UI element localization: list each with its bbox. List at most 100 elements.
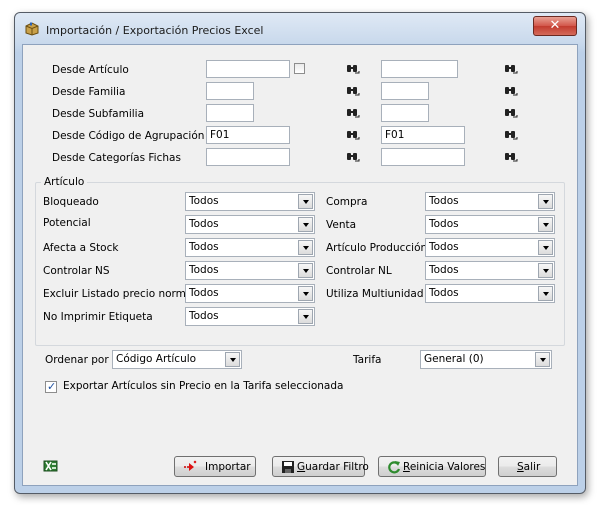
tarifa-label: Tarifa	[353, 354, 382, 366]
binoculars-icon[interactable]	[346, 108, 360, 119]
tarifa-select[interactable]: General (0)	[420, 350, 552, 369]
excluir-listado-select[interactable]: Todos	[185, 284, 315, 303]
desde-categorias-fichas-from-input[interactable]	[206, 148, 290, 166]
reinicia-valores-label: Reinicia Valores	[403, 461, 485, 473]
salir-label: Salir	[517, 461, 540, 473]
binoculars-icon[interactable]	[504, 108, 518, 119]
venta-value: Todos	[429, 218, 459, 230]
binoculars-icon[interactable]	[504, 152, 518, 163]
window-title: Importación / Exportación Precios Excel	[46, 24, 264, 37]
desde-codigo-agrupacion-from-input[interactable]: F01	[206, 126, 290, 144]
reinicia-rest: einicia Valores	[409, 461, 486, 473]
ordenar-por-select[interactable]: Código Artículo	[112, 350, 242, 369]
afecta-stock-select[interactable]: Todos	[185, 238, 315, 257]
chevron-down-icon[interactable]	[298, 286, 313, 301]
salir-accelerator: S	[517, 461, 524, 473]
hasta-articulo-input[interactable]	[381, 60, 458, 78]
chevron-down-icon[interactable]	[538, 217, 553, 232]
venta-select[interactable]: Todos	[425, 215, 555, 234]
controlar-nl-value: Todos	[429, 264, 459, 276]
controlar-ns-label: Controlar NS	[43, 265, 110, 277]
chevron-down-icon[interactable]	[298, 309, 313, 324]
articulo-produccion-select[interactable]: Todos	[425, 238, 555, 257]
guardar-accelerator: G	[297, 461, 306, 473]
excel-icon[interactable]	[43, 459, 59, 473]
afecta-stock-label: Afecta a Stock	[43, 242, 119, 254]
salir-button[interactable]: Salir	[498, 456, 557, 477]
chevron-down-icon[interactable]	[298, 194, 313, 209]
desde-subfamilia-from-input[interactable]	[206, 104, 254, 122]
excluir-listado-label: Excluir Listado precio normal	[43, 288, 196, 300]
guardar-filtro-button[interactable]: Guardar Filtro	[272, 456, 369, 477]
no-imprimir-etiqueta-select[interactable]: Todos	[185, 307, 315, 326]
articulo-produccion-label: Artículo Producción	[326, 242, 428, 254]
desde-codigo-agrupacion-label: Desde Código de Agrupación	[52, 130, 205, 142]
close-button[interactable]: ✕	[533, 16, 577, 36]
no-imprimir-etiqueta-value: Todos	[189, 310, 219, 322]
exportar-sin-precio-checkbox[interactable]: ✓	[45, 380, 57, 393]
dialog-window: Importación / Exportación Precios Excel …	[14, 12, 586, 494]
salir-rest: alir	[523, 461, 541, 473]
reinicia-valores-button[interactable]: Reinicia Valores	[378, 456, 486, 477]
binoculars-icon[interactable]	[346, 152, 360, 163]
controlar-nl-select[interactable]: Todos	[425, 261, 555, 280]
guardar-rest: uardar Filtro	[305, 461, 369, 473]
no-imprimir-etiqueta-label: No Imprimir Etiqueta	[43, 311, 153, 323]
utiliza-multiunidad-value: Todos	[429, 287, 459, 299]
hasta-subfamilia-input[interactable]	[381, 104, 429, 122]
desde-familia-label: Desde Familia	[52, 86, 126, 98]
potencial-select[interactable]: Todos	[185, 215, 315, 234]
compra-label: Compra	[326, 196, 368, 208]
chevron-down-icon[interactable]	[538, 263, 553, 278]
binoculars-icon[interactable]	[346, 130, 360, 141]
utiliza-multiunidad-label: Utiliza Multiunidad	[326, 288, 424, 300]
dialog-body: Desde Artículo Desde Familia Desde Subfa…	[22, 44, 578, 486]
ordenar-por-value: Código Artículo	[116, 353, 197, 365]
chevron-down-icon[interactable]	[538, 194, 553, 209]
compra-value: Todos	[429, 195, 459, 207]
chevron-down-icon[interactable]	[298, 263, 313, 278]
desde-articulo-from-input[interactable]	[206, 60, 290, 78]
compra-select[interactable]: Todos	[425, 192, 555, 211]
chevron-down-icon[interactable]	[538, 240, 553, 255]
binoculars-icon[interactable]	[504, 86, 518, 97]
guardar-filtro-label: Guardar Filtro	[297, 461, 369, 473]
chevron-down-icon[interactable]	[538, 286, 553, 301]
hasta-familia-input[interactable]	[381, 82, 429, 100]
reinicia-accelerator: R	[403, 461, 410, 473]
refresh-icon	[388, 461, 401, 474]
bloqueado-select[interactable]: Todos	[185, 192, 315, 211]
controlar-ns-select[interactable]: Todos	[185, 261, 315, 280]
binoculars-icon[interactable]	[346, 86, 360, 97]
articulo-group-title: Artículo	[41, 176, 88, 188]
importar-button[interactable]: Importar	[174, 456, 256, 477]
utiliza-multiunidad-select[interactable]: Todos	[425, 284, 555, 303]
desde-subfamilia-label: Desde Subfamilia	[52, 108, 145, 120]
ordenar-por-label: Ordenar por	[45, 354, 109, 366]
floppy-disk-icon	[282, 461, 294, 473]
potencial-value: Todos	[189, 218, 219, 230]
exportar-sin-precio-label: Exportar Artículos sin Precio en la Tari…	[63, 380, 344, 392]
binoculars-icon[interactable]	[504, 64, 518, 75]
importar-label: Importar	[205, 461, 251, 473]
checkmark-icon: ✓	[47, 380, 57, 393]
chevron-down-icon[interactable]	[225, 352, 240, 367]
binoculars-icon[interactable]	[504, 130, 518, 141]
hasta-categorias-fichas-input[interactable]	[381, 148, 465, 166]
binoculars-icon[interactable]	[346, 64, 360, 75]
desde-articulo-label: Desde Artículo	[52, 64, 129, 76]
excluir-listado-value: Todos	[189, 287, 219, 299]
desde-articulo-checkbox[interactable]	[294, 63, 305, 74]
bloqueado-value: Todos	[189, 195, 219, 207]
title-bar[interactable]: Importación / Exportación Precios Excel …	[15, 13, 585, 45]
hasta-codigo-agrupacion-input[interactable]: F01	[381, 126, 465, 144]
chevron-down-icon[interactable]	[298, 240, 313, 255]
import-arrow-icon	[184, 460, 197, 471]
desde-familia-from-input[interactable]	[206, 82, 254, 100]
package-icon	[25, 22, 39, 36]
afecta-stock-value: Todos	[189, 241, 219, 253]
articulo-produccion-value: Todos	[429, 241, 459, 253]
chevron-down-icon[interactable]	[535, 352, 550, 367]
chevron-down-icon[interactable]	[298, 217, 313, 232]
controlar-ns-value: Todos	[189, 264, 219, 276]
